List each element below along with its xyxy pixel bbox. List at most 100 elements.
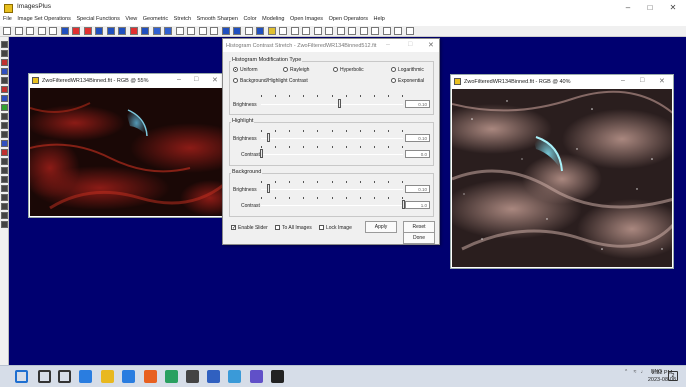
close-icon[interactable]: ✕ <box>666 2 680 14</box>
arrow-right-icon[interactable] <box>141 27 149 35</box>
app-icon[interactable] <box>228 370 241 383</box>
close-icon[interactable] <box>37 27 46 35</box>
frame-icon[interactable] <box>336 27 345 35</box>
red-icon[interactable] <box>1 86 8 93</box>
layers-icon[interactable] <box>60 27 69 35</box>
grid-icon[interactable] <box>1 167 8 174</box>
crop-icon[interactable] <box>1 59 8 66</box>
move-icon[interactable] <box>1 41 8 48</box>
radio-exponential[interactable] <box>391 78 396 83</box>
filter-icon[interactable] <box>164 27 172 35</box>
close-icon[interactable] <box>49 27 57 35</box>
task-view-icon[interactable] <box>58 370 71 383</box>
to-all-images-checkbox[interactable] <box>275 225 280 230</box>
background-brightness-slider-track[interactable] <box>261 189 403 190</box>
save-icon[interactable] <box>26 27 34 35</box>
menu-open-operators[interactable]: Open Operators <box>329 16 368 22</box>
menu-special-functions[interactable]: Special Functions <box>76 16 119 22</box>
highlight-brightness-slider-thumb[interactable] <box>266 133 270 142</box>
minimize-icon[interactable]: – <box>177 76 181 83</box>
star-icon[interactable] <box>1 131 8 138</box>
zoom-icon[interactable] <box>1 158 8 165</box>
new-icon[interactable] <box>3 27 11 35</box>
arrow-left-icon[interactable] <box>106 27 115 35</box>
text-icon[interactable] <box>1 185 8 192</box>
brightness-slider-thumb[interactable] <box>337 99 341 108</box>
zoom-in-icon[interactable] <box>279 27 287 35</box>
background-contrast-value-field[interactable]: 1.0 <box>405 201 430 209</box>
background-contrast-slider-track[interactable] <box>261 205 403 206</box>
done-button[interactable]: Done <box>403 232 435 244</box>
app-icon[interactable] <box>207 370 220 383</box>
rotate-icon[interactable] <box>210 27 218 35</box>
chart-icon[interactable] <box>198 27 207 35</box>
apply-button[interactable]: Apply <box>365 221 397 233</box>
measure-icon[interactable] <box>1 203 8 210</box>
chart-icon[interactable] <box>1 212 8 219</box>
histogram-contrast-stretch-dialog[interactable]: Histogram Contrast Stretch - ZwoFiltered… <box>222 38 440 245</box>
plus-icon[interactable] <box>1 140 8 147</box>
frame-icon[interactable] <box>325 27 333 35</box>
highlight-brightness-slider-track[interactable] <box>261 138 403 139</box>
menu-file[interactable]: File <box>3 16 12 22</box>
enable-slider-checkbox[interactable]: ✓ <box>231 225 236 231</box>
pen-icon[interactable] <box>1 122 8 129</box>
minimize-icon[interactable]: – <box>386 41 390 48</box>
green-icon[interactable] <box>1 104 8 111</box>
color-icon[interactable] <box>1 149 8 156</box>
window-icon[interactable] <box>382 27 391 35</box>
minimize-icon[interactable]: – <box>621 77 625 84</box>
blue-square-icon[interactable] <box>95 27 103 35</box>
menu-help[interactable]: Help <box>374 16 385 22</box>
close-icon[interactable]: ✕ <box>659 77 665 85</box>
nebula-image-right[interactable] <box>452 89 672 267</box>
plus-icon[interactable] <box>233 27 241 35</box>
app-icon[interactable] <box>250 370 263 383</box>
highlight-contrast-slider-track[interactable] <box>261 154 403 155</box>
nebula-image-left[interactable] <box>30 88 224 216</box>
radio-hyperbolic[interactable] <box>333 67 338 72</box>
color-bars-icon[interactable] <box>72 27 80 35</box>
radio-logarithmic[interactable] <box>391 67 396 72</box>
dialog-title-bar[interactable]: Histogram Contrast Stretch - ZwoFiltered… <box>223 39 439 52</box>
background-brightness-slider-thumb[interactable] <box>266 184 270 193</box>
store-icon[interactable] <box>122 370 135 383</box>
select-icon[interactable] <box>1 50 8 57</box>
search-icon[interactable] <box>38 370 51 383</box>
crop-icon[interactable] <box>187 27 195 35</box>
eraser-icon[interactable] <box>1 77 8 84</box>
frame-icon[interactable] <box>371 27 379 35</box>
layer-icon[interactable] <box>1 221 8 228</box>
imagesplus-icon[interactable] <box>271 370 284 383</box>
close-icon[interactable] <box>394 27 402 35</box>
menu-color[interactable]: Color <box>243 16 256 22</box>
maximize-icon[interactable]: □ <box>408 41 412 48</box>
zoom-fit-icon[interactable] <box>313 27 322 35</box>
plus-icon[interactable] <box>221 27 230 35</box>
menu-open-images[interactable]: Open Images <box>290 16 323 22</box>
left-image-window[interactable]: ZwoFilteredWR134Binned.fit - RGB @ 55% –… <box>28 73 226 218</box>
menu-stretch[interactable]: Stretch <box>174 16 191 22</box>
filter-icon[interactable] <box>152 27 161 35</box>
frame-icon[interactable] <box>359 27 368 35</box>
open-icon[interactable] <box>14 27 23 35</box>
maximize-icon[interactable]: □ <box>643 2 657 14</box>
zoom-icon[interactable] <box>302 27 310 35</box>
maximize-icon[interactable]: □ <box>640 77 644 84</box>
radio-rayleigh[interactable] <box>283 67 288 72</box>
right-image-window[interactable]: ZwoFilteredWR134Binned.fit - RGB @ 40% –… <box>450 74 674 269</box>
maximize-icon[interactable]: □ <box>194 76 198 83</box>
rotate-icon[interactable] <box>1 194 8 201</box>
image-window-title-bar[interactable]: ZwoFilteredWR134Binned.fit - RGB @ 55% –… <box>29 74 225 88</box>
blue-icon[interactable] <box>1 95 8 102</box>
line-icon[interactable] <box>175 27 184 35</box>
close-icon[interactable]: ✕ <box>212 76 218 84</box>
zoom-out-icon[interactable] <box>290 27 299 35</box>
image-icon[interactable] <box>256 27 264 35</box>
hand-icon[interactable] <box>1 176 8 183</box>
menu-view[interactable]: View <box>125 16 137 22</box>
brush-icon[interactable] <box>1 68 8 75</box>
tile-icon[interactable] <box>405 27 414 35</box>
text-icon[interactable] <box>1 113 8 120</box>
menu-geometric[interactable]: Geometric <box>143 16 168 22</box>
